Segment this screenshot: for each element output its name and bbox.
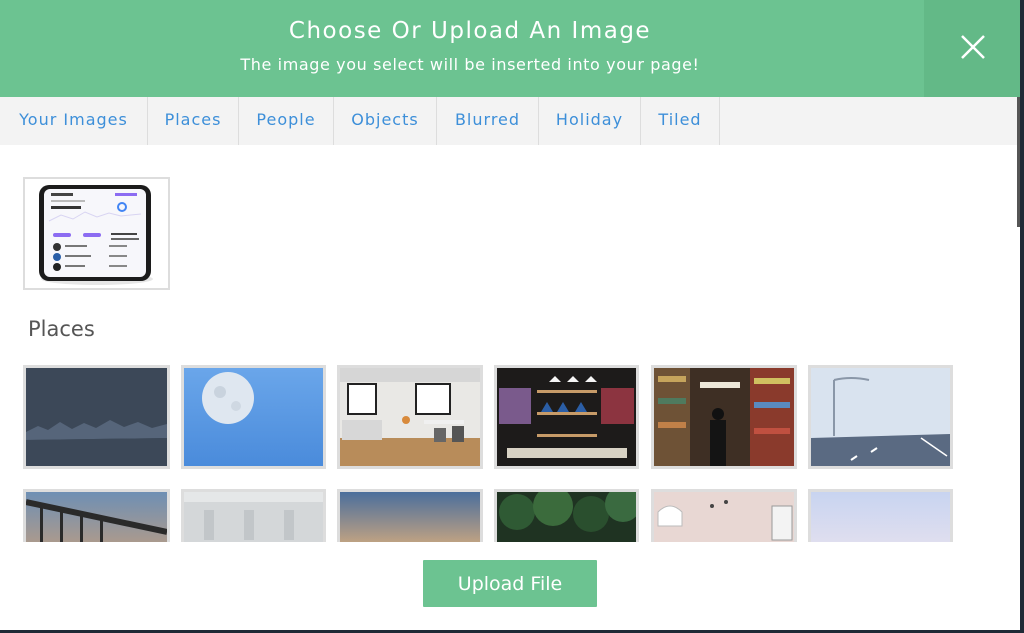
moon-sky[interactable] <box>181 365 326 469</box>
foggy-highway[interactable] <box>808 365 953 469</box>
tab-holiday[interactable]: Holiday <box>539 97 641 145</box>
office-interior[interactable] <box>337 365 483 469</box>
tab-your-images[interactable]: Your Images <box>0 97 148 145</box>
close-button[interactable] <box>924 0 1020 97</box>
sunset-sky[interactable] <box>337 489 483 542</box>
tab-tiled[interactable]: Tiled <box>641 97 720 145</box>
pier-sunset[interactable] <box>23 489 170 542</box>
misty-building[interactable] <box>181 489 326 542</box>
tab-objects[interactable]: Objects <box>334 97 437 145</box>
pink-wall-window[interactable] <box>651 489 797 542</box>
places-heading: Places <box>28 317 95 341</box>
image-picker-modal: Choose Or Upload An Image The image you … <box>0 0 1020 630</box>
library-aisles[interactable] <box>651 365 797 469</box>
close-icon <box>961 35 985 59</box>
clothing-store[interactable] <box>494 365 639 469</box>
tab-places[interactable]: Places <box>148 97 239 145</box>
mountain-silhouette[interactable] <box>23 365 170 469</box>
image-gallery: Places <box>0 145 1020 542</box>
modal-subtitle: The image you select will be inserted in… <box>240 55 700 74</box>
portfolio-phone-screenshot[interactable] <box>23 177 170 290</box>
modal-header: Choose Or Upload An Image The image you … <box>0 0 1020 97</box>
page-scrollbar[interactable] <box>1017 97 1020 227</box>
modal-title: Choose Or Upload An Image <box>288 18 652 44</box>
category-tabs: Your Images Places People Objects Blurre… <box>0 97 1020 145</box>
tab-people[interactable]: People <box>239 97 334 145</box>
tab-blurred[interactable]: Blurred <box>437 97 539 145</box>
pastel-sky[interactable] <box>808 489 953 542</box>
upload-file-button[interactable]: Upload File <box>423 560 597 607</box>
forest-trees[interactable] <box>494 489 639 542</box>
